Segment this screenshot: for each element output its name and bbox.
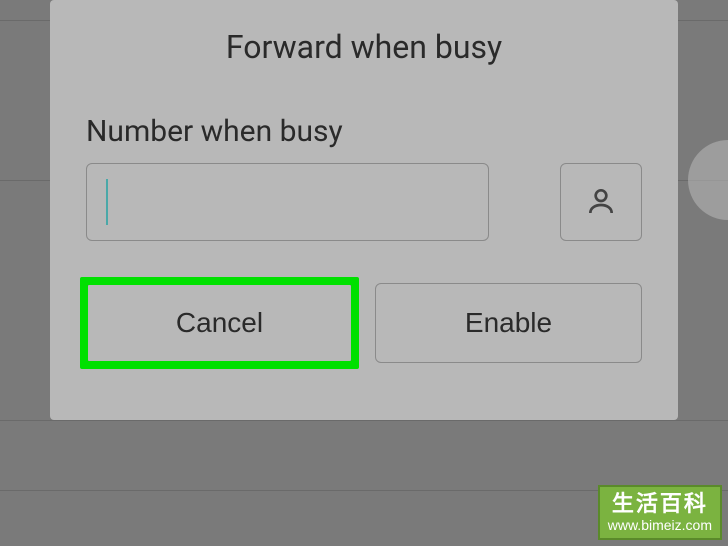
watermark: 生活百科 www.bimeiz.com xyxy=(598,485,722,540)
text-cursor xyxy=(106,179,108,225)
person-icon xyxy=(585,185,617,220)
forward-when-busy-dialog: Forward when busy Number when busy Cance… xyxy=(50,0,678,420)
cancel-button[interactable]: Cancel xyxy=(86,283,353,363)
number-input[interactable] xyxy=(86,163,489,241)
number-input-wrap xyxy=(86,163,544,241)
watermark-title: 生活百科 xyxy=(608,491,712,517)
watermark-url: www.bimeiz.com xyxy=(608,517,712,534)
pick-contact-button[interactable] xyxy=(560,163,642,241)
input-row xyxy=(86,163,642,241)
enable-button[interactable]: Enable xyxy=(375,283,642,363)
dialog-title: Forward when busy xyxy=(86,28,642,66)
dialog-button-row: Cancel Enable xyxy=(86,283,642,363)
number-field-label: Number when busy xyxy=(86,114,642,149)
